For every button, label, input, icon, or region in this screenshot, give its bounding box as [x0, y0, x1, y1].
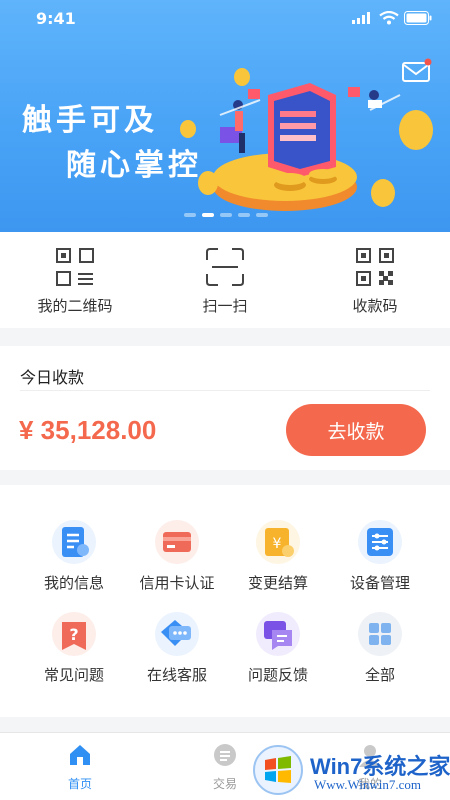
today-title: 今日收款: [20, 368, 85, 387]
quick-action-label: 扫一扫: [202, 297, 248, 315]
service-settlement[interactable]: ¥ 变更结算: [222, 520, 334, 612]
credit-card-icon: [155, 520, 199, 564]
settlement-icon: ¥: [256, 520, 300, 564]
status-time: 9:41: [36, 9, 76, 28]
payment-code-icon: [356, 248, 394, 286]
quick-action-payment-code[interactable]: 收款码: [300, 232, 450, 328]
wifi-icon: [379, 11, 399, 25]
divider: [20, 390, 430, 391]
quick-action-scan[interactable]: 扫一扫: [150, 232, 300, 328]
service-label: 问题反馈: [247, 666, 308, 684]
service-my-info[interactable]: 我的信息: [18, 520, 130, 612]
service-credit-card[interactable]: 信用卡认证: [121, 520, 233, 612]
banner-title-line1: 触手可及: [22, 103, 158, 138]
service-device[interactable]: 设备管理: [324, 520, 436, 612]
service-customer-service[interactable]: 在线客服: [121, 612, 233, 704]
feedback-icon: [256, 612, 300, 656]
watermark-url: Www.Winwin7.com: [314, 777, 421, 792]
service-label: 变更结算: [247, 574, 308, 592]
service-label: 全部: [364, 666, 395, 684]
tab-label: 首页: [67, 777, 92, 791]
service-all[interactable]: 全部: [324, 612, 436, 704]
quick-action-label: 收款码: [352, 297, 398, 315]
banner-illustration: [180, 68, 433, 211]
all-icon: [358, 612, 402, 656]
page-dot: [238, 213, 250, 217]
transaction-icon: [214, 744, 236, 766]
service-label: 我的信息: [43, 574, 104, 592]
service-label: 在线客服: [146, 666, 207, 684]
svg-text:?: ?: [69, 625, 78, 644]
svg-text:¥: ¥: [273, 536, 282, 552]
battery-icon: [404, 11, 432, 25]
page-dot-active: [202, 213, 214, 217]
page-dot: [256, 213, 268, 217]
quick-action-my-qr[interactable]: 我的二维码: [0, 232, 150, 328]
faq-icon: ?: [52, 612, 96, 656]
collect-payment-button[interactable]: 去收款: [286, 404, 426, 456]
quick-actions: 我的二维码 扫一扫 收款码: [0, 232, 450, 328]
services-grid: 我的信息 信用卡认证 ¥ 变更结算 设备管理 ? 常见问题 在线客服 问题反馈 …: [0, 485, 450, 717]
service-feedback[interactable]: 问题反馈: [222, 612, 334, 704]
today-amount: ¥ 35,128.00: [19, 415, 157, 445]
my-info-icon: [52, 520, 96, 564]
service-faq[interactable]: ? 常见问题: [18, 612, 130, 704]
watermark: Win7系统之家 Www.Winwin7.com: [252, 744, 450, 798]
windows-logo-icon: [253, 745, 303, 795]
tab-home[interactable]: 首页: [20, 733, 140, 800]
page-dot: [184, 213, 196, 217]
quick-action-label: 我的二维码: [37, 297, 113, 315]
scan-icon: [206, 248, 244, 286]
service-label: 设备管理: [349, 574, 410, 592]
signal-icon: [352, 12, 370, 24]
banner-page-indicator: [184, 213, 268, 219]
device-icon: [358, 520, 402, 564]
service-label: 常见问题: [43, 666, 104, 684]
page-dot: [220, 213, 232, 217]
qr-code-icon: [56, 248, 94, 286]
status-bar: 9:41: [0, 0, 450, 40]
customer-service-icon: [155, 612, 199, 656]
today-receipts-card: 今日收款 ¥ 35,128.00 去收款: [0, 346, 450, 470]
service-label: 信用卡认证: [139, 574, 215, 592]
home-icon: [70, 745, 90, 765]
banner[interactable]: 9:41 触手可及 随心掌控: [0, 0, 450, 232]
